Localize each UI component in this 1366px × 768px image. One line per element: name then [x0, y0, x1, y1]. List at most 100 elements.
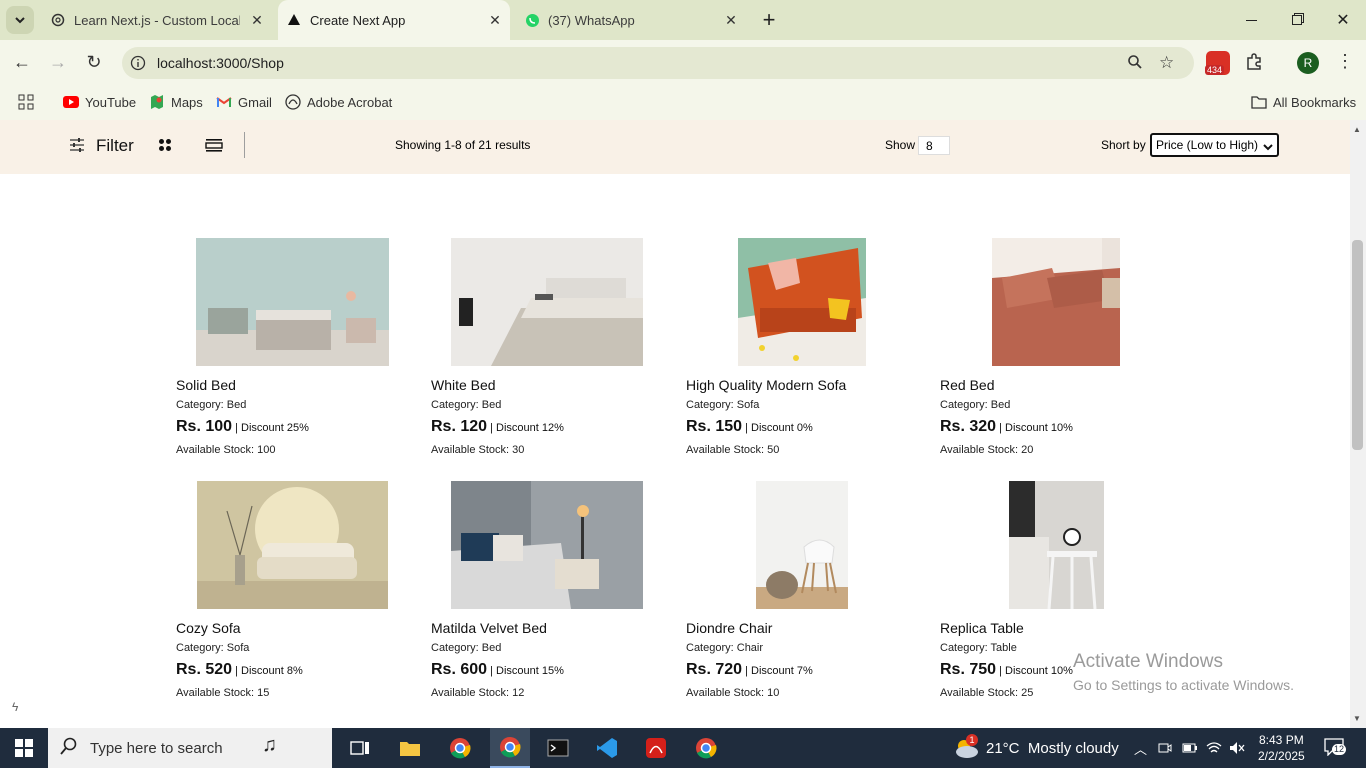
chrome-profile-button[interactable] — [490, 728, 530, 768]
minimize-button[interactable] — [1228, 0, 1274, 40]
product-name[interactable]: Cozy Sofa — [176, 620, 241, 636]
bookmark-maps[interactable]: Maps — [149, 92, 203, 112]
scrollbar-thumb[interactable] — [1352, 240, 1363, 450]
restore-button[interactable] — [1274, 0, 1320, 40]
product-card-solid-bed[interactable]: Solid Bed Category: Bed Rs. 100 | Discou… — [176, 238, 406, 468]
nextjs-devtools-icon[interactable]: ϟ — [12, 700, 18, 714]
acrobat-button[interactable] — [636, 728, 676, 768]
close-icon[interactable]: ✕ — [488, 13, 502, 27]
product-image[interactable] — [451, 238, 643, 366]
menu-kebab-icon[interactable]: ⋮ — [1336, 52, 1354, 70]
tab-whatsapp[interactable]: (37) WhatsApp ✕ — [518, 0, 746, 40]
tab-title: (37) WhatsApp — [548, 12, 635, 28]
product-image[interactable] — [738, 238, 866, 366]
new-tab-button[interactable]: + — [746, 0, 792, 40]
tab-learn-nextjs[interactable]: Learn Next.js - Custom Localho ✕ — [44, 0, 272, 40]
profile-avatar[interactable]: R — [1297, 52, 1319, 74]
product-name[interactable]: High Quality Modern Sofa — [686, 377, 846, 393]
product-image[interactable] — [197, 481, 388, 609]
sort-label: Short by — [1101, 138, 1146, 152]
close-window-button[interactable]: ✕ — [1320, 0, 1366, 40]
zoom-icon[interactable] — [1127, 54, 1143, 75]
grid-view-icon[interactable] — [158, 138, 172, 157]
show-label: Show — [885, 138, 916, 152]
notification-center[interactable]: 12 — [1324, 728, 1348, 768]
divider — [244, 132, 245, 158]
bookmark-adobe-acrobat[interactable]: Adobe Acrobat — [285, 92, 392, 112]
youtube-icon — [63, 94, 79, 110]
sort-selected-value: Price (Low to High) — [1156, 138, 1259, 152]
back-button[interactable]: ← — [8, 48, 36, 76]
product-image[interactable] — [196, 238, 389, 366]
address-bar[interactable]: localhost:3000/Shop ☆ — [122, 47, 1194, 79]
site-info-icon[interactable] — [130, 55, 146, 76]
bookmark-youtube[interactable]: YouTube — [63, 92, 136, 112]
all-bookmarks[interactable]: All Bookmarks — [1251, 92, 1356, 112]
product-price: Rs. 600 — [431, 661, 488, 678]
product-name[interactable]: Matilda Velvet Bed — [431, 620, 547, 636]
product-card-diondre-chair[interactable]: Diondre Chair Category: Chair Rs. 720 | … — [686, 481, 916, 711]
vscode-button[interactable] — [587, 728, 627, 768]
product-image[interactable] — [756, 481, 848, 609]
product-name[interactable]: White Bed — [431, 377, 496, 393]
product-category: Category: Bed — [940, 399, 1011, 411]
product-name[interactable]: Replica Table — [940, 620, 1024, 636]
product-image[interactable] — [992, 238, 1120, 366]
close-icon[interactable]: ✕ — [250, 13, 264, 27]
chevron-up-icon: ︿ — [1134, 741, 1148, 757]
scroll-down-arrow[interactable]: ▼ — [1353, 714, 1361, 723]
browser-tab-strip: Learn Next.js - Custom Localho ✕ Create … — [0, 0, 1366, 40]
meet-icon[interactable] — [1158, 728, 1172, 768]
page-scrollbar[interactable]: ▲ ▼ — [1350, 120, 1366, 728]
product-card-red-bed[interactable]: Red Bed Category: Bed Rs. 320 | Discount… — [940, 238, 1170, 468]
puzzle-icon[interactable] — [1244, 52, 1264, 77]
volume-icon[interactable] — [1229, 728, 1245, 768]
product-price-line: Rs. 750 | Discount 10% — [940, 661, 1073, 679]
chrome-alt-button[interactable] — [686, 728, 726, 768]
tab-create-next-app[interactable]: Create Next App ✕ — [278, 0, 510, 40]
reload-icon: ↻ — [86, 51, 102, 72]
task-view-button[interactable] — [340, 728, 380, 768]
sort-select[interactable]: Price (Low to High) — [1150, 133, 1279, 157]
product-name[interactable]: Red Bed — [940, 377, 994, 393]
chrome-button[interactable] — [440, 728, 480, 768]
product-card-modern-sofa[interactable]: High Quality Modern Sofa Category: Sofa … — [686, 238, 916, 468]
product-price-line: Rs. 600 | Discount 15% — [431, 661, 564, 679]
extension-button[interactable]: 434 — [1205, 51, 1230, 75]
product-card-cozy-sofa[interactable]: Cozy Sofa Category: Sofa Rs. 520 | Disco… — [176, 481, 406, 711]
terminal-icon — [547, 739, 569, 757]
filter-button[interactable]: Filter — [96, 136, 134, 156]
battery-icon[interactable] — [1182, 728, 1198, 768]
product-image[interactable] — [451, 481, 643, 609]
bookmark-gmail[interactable]: Gmail — [216, 92, 272, 112]
tab-search-button[interactable] — [6, 6, 34, 34]
chevron-down-icon — [15, 17, 25, 24]
scroll-up-arrow[interactable]: ▲ — [1353, 125, 1361, 134]
product-card-matilda-velvet-bed[interactable]: Matilda Velvet Bed Category: Bed Rs. 600… — [431, 481, 661, 711]
reload-button[interactable]: ↻ — [80, 48, 108, 76]
product-image[interactable] — [1009, 481, 1104, 609]
clock[interactable]: 8:43 PM 2/2/2025 — [1258, 728, 1305, 768]
product-name[interactable]: Solid Bed — [176, 377, 236, 393]
product-card-white-bed[interactable]: White Bed Category: Bed Rs. 120 | Discou… — [431, 238, 661, 468]
bookmark-star-icon[interactable]: ☆ — [1159, 53, 1174, 73]
show-count-input[interactable]: 8 — [918, 136, 950, 155]
product-category: Category: Chair — [686, 642, 764, 654]
product-name[interactable]: Diondre Chair — [686, 620, 772, 636]
taskbar-search[interactable]: Type here to search ♫ — [48, 728, 332, 768]
list-view-icon[interactable] — [205, 138, 223, 157]
product-price-line: Rs. 150 | Discount 0% — [686, 418, 813, 436]
apps-grid-icon[interactable] — [18, 92, 34, 112]
sliders-icon[interactable] — [69, 137, 85, 158]
bookmark-label: Adobe Acrobat — [307, 94, 393, 110]
file-explorer-button[interactable] — [390, 728, 430, 768]
forward-button[interactable]: → — [44, 48, 72, 76]
start-button[interactable] — [0, 728, 48, 768]
browser-toolbar: ← → ↻ localhost:3000/Shop ☆ 434 R ⋮ — [0, 40, 1366, 85]
close-icon[interactable]: ✕ — [724, 13, 738, 27]
weather-widget[interactable]: 1 21°C Mostly cloudy — [952, 728, 1119, 768]
wifi-icon[interactable] — [1206, 728, 1222, 768]
windows-taskbar: Type here to search ♫ 1 21°C Mostly clou… — [0, 728, 1366, 768]
show-hidden-icons[interactable]: ︿ — [1134, 728, 1147, 768]
terminal-button[interactable] — [538, 728, 578, 768]
